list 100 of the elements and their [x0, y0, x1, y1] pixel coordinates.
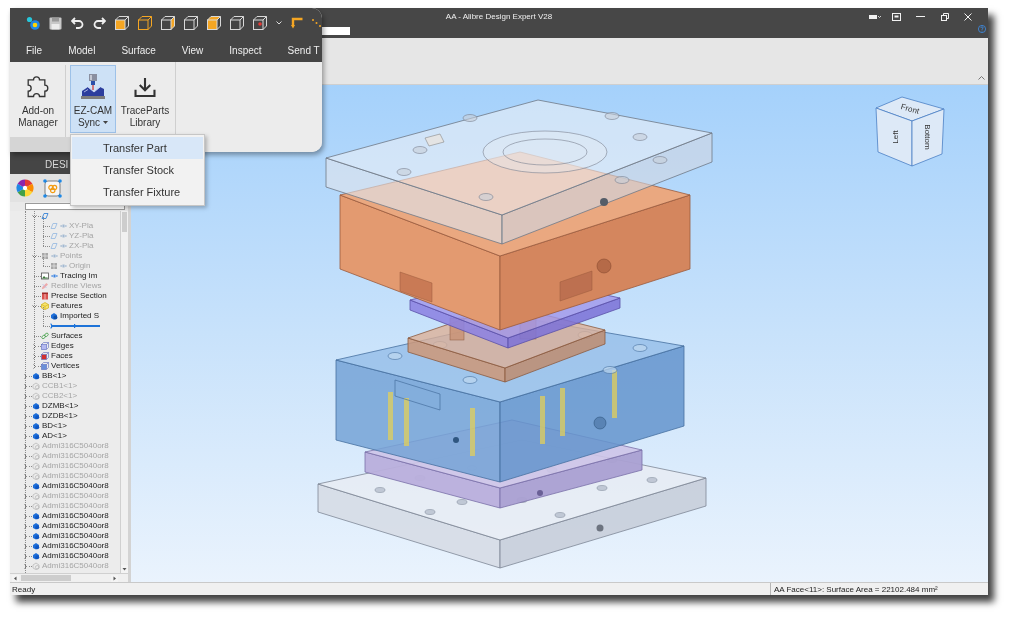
undo-icon[interactable] [71, 17, 84, 29]
tree-item[interactable]: Admi316C5040or8 [10, 511, 120, 521]
tree-item[interactable]: Features [10, 301, 120, 311]
tree-item[interactable]: Admi316C5040or8 [10, 541, 120, 551]
save-icon[interactable] [49, 16, 62, 30]
tree-item[interactable]: BB<1> [10, 371, 120, 381]
tree-item[interactable]: Tracing Im [10, 271, 120, 281]
puzzle-icon [27, 75, 49, 98]
chevron-right-icon[interactable] [32, 353, 37, 359]
menu-tab[interactable]: Model [66, 38, 98, 62]
scroll-right-icon[interactable] [111, 574, 118, 582]
help-icon[interactable] [978, 25, 986, 33]
panel-icon[interactable] [891, 12, 901, 21]
panel-title: DESI [45, 159, 69, 170]
tree-item[interactable]: AD<1> [10, 431, 120, 441]
menu-tab[interactable]: Send T [285, 38, 322, 62]
cube-icon[interactable] [253, 16, 267, 30]
chevron-right-icon[interactable] [23, 413, 28, 419]
chevron-right-icon[interactable] [23, 433, 28, 439]
ribbon-button[interactable]: EZ-CAM Sync [70, 65, 116, 133]
chevron-right-icon[interactable] [23, 473, 28, 479]
tree-item[interactable]: Vertices [10, 361, 120, 371]
app-logo-icon[interactable] [26, 16, 40, 30]
tree-item[interactable]: Precise Section [10, 291, 120, 301]
chevron-right-icon[interactable] [23, 373, 28, 379]
cube-icon[interactable] [230, 16, 244, 30]
chevron-right-icon[interactable] [23, 383, 28, 389]
input-field[interactable] [322, 27, 350, 35]
chevron-right-icon[interactable] [23, 513, 28, 519]
tree-item[interactable]: DZDB<1> [10, 411, 120, 421]
solid-body-icon [50, 312, 58, 320]
menu-tab[interactable]: Surface [119, 38, 158, 62]
chevron-right-icon[interactable] [23, 543, 28, 549]
tree-item[interactable]: Imported S [10, 311, 120, 321]
close-icon[interactable] [964, 12, 972, 21]
menu-item[interactable]: Transfer Stock [72, 159, 203, 181]
status-text: AA Face<11>: Surface Area = 22102.484 mm² [770, 583, 988, 595]
scroll-left-icon[interactable] [12, 574, 19, 582]
minimize-icon[interactable] [915, 16, 925, 17]
chevron-right-icon[interactable] [23, 523, 28, 529]
cube-icon[interactable] [138, 16, 152, 30]
chevron-right-icon[interactable] [23, 453, 28, 459]
cube-icon[interactable] [161, 16, 175, 30]
cube-icon[interactable] [115, 16, 129, 30]
tree-item[interactable]: Admi316C5040or8 [10, 531, 120, 541]
cube-icon [41, 352, 49, 360]
vertical-scrollbar[interactable] [120, 211, 128, 573]
scrollbar-thumb[interactable] [122, 212, 127, 232]
chevron-right-icon[interactable] [23, 463, 28, 469]
chevron-right-icon[interactable] [32, 343, 37, 349]
chevron-right-icon[interactable] [23, 393, 28, 399]
chevron-right-icon[interactable] [23, 443, 28, 449]
color-wheel-icon[interactable] [16, 179, 34, 197]
tree-item[interactable]: Admi316C5040or8 [10, 481, 120, 491]
menu-tab[interactable]: Inspect [227, 38, 264, 62]
layout-icon[interactable] [869, 13, 881, 20]
chevron-down-icon[interactable] [32, 213, 37, 219]
image-icon [41, 272, 49, 280]
menu-tab[interactable]: File [24, 38, 45, 62]
menu-item[interactable]: Transfer Fixture [72, 181, 203, 203]
chevron-down-icon[interactable] [32, 303, 37, 309]
menu-item[interactable]: Transfer Part [72, 137, 203, 159]
part-icon [32, 442, 40, 450]
tree-item[interactable]: Faces [10, 351, 120, 361]
chevron-right-icon[interactable] [23, 403, 28, 409]
pencil-icon [41, 282, 49, 290]
tree-item[interactable]: Admi316C5040or8 [10, 551, 120, 561]
rollback-bar[interactable] [50, 323, 100, 329]
chevron-up-icon[interactable] [978, 76, 985, 80]
restore-icon[interactable] [940, 12, 949, 21]
horizontal-scrollbar[interactable] [10, 573, 128, 582]
tree-item[interactable]: Surfaces [10, 331, 120, 341]
part-icon [32, 452, 40, 460]
part-icon [32, 392, 40, 400]
section-box-icon [41, 292, 49, 300]
chevron-right-icon[interactable] [23, 553, 28, 559]
chevron-right-icon[interactable] [23, 493, 28, 499]
tree-item[interactable]: DZMB<1> [10, 401, 120, 411]
tree-item[interactable]: BD<1> [10, 421, 120, 431]
chevron-right-icon[interactable] [23, 533, 28, 539]
eye-icon[interactable] [51, 274, 58, 278]
chevron-down-icon[interactable] [32, 253, 37, 259]
chevron-right-icon[interactable] [23, 503, 28, 509]
corner-arrow-icon[interactable] [291, 17, 303, 29]
tree-item[interactable]: Edges [10, 341, 120, 351]
chevron-right-icon[interactable] [23, 423, 28, 429]
redo-icon[interactable] [93, 17, 106, 29]
cube-icon [41, 302, 49, 310]
cube-icon[interactable] [184, 16, 198, 30]
ribbon-button[interactable]: TraceParts Library [118, 65, 172, 133]
scrollbar-thumb[interactable] [21, 575, 71, 581]
menu-tab[interactable]: View [179, 38, 206, 62]
cluster-icon[interactable] [43, 178, 62, 198]
ribbon-button[interactable]: Add-on Manager [13, 65, 63, 133]
chevron-right-icon[interactable] [23, 483, 28, 489]
dots-icon[interactable] [312, 19, 321, 27]
tree-item[interactable]: Admi316C5040or8 [10, 521, 120, 531]
chevron-right-icon[interactable] [32, 363, 37, 369]
cube-icon[interactable] [207, 16, 221, 30]
chevron-right-icon[interactable] [23, 563, 28, 569]
